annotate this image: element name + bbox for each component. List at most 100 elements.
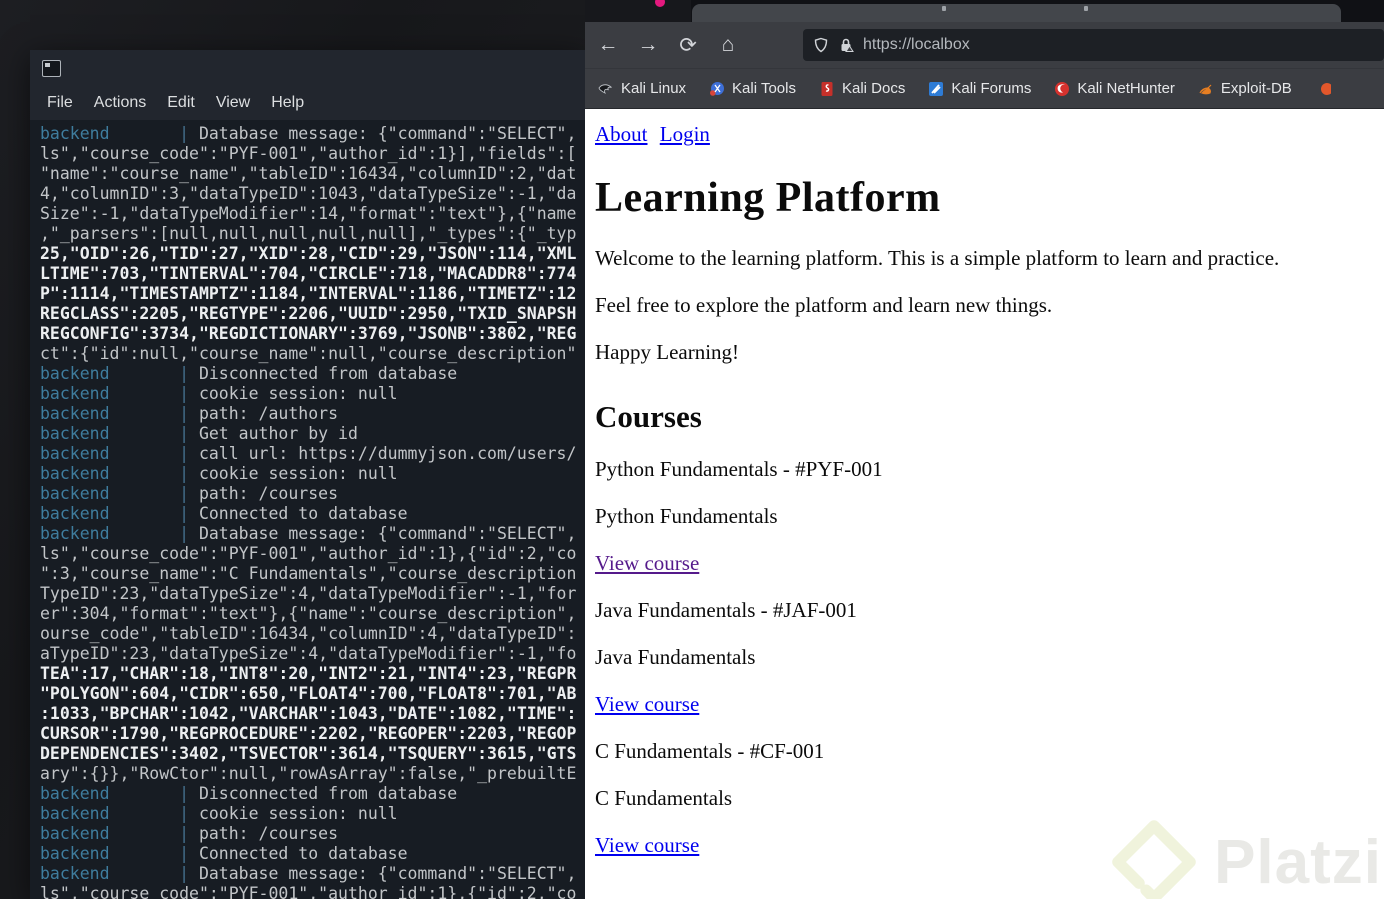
login-link[interactable]: Login: [660, 122, 710, 146]
terminal-output[interactable]: backend | Database message: {"command":"S…: [30, 120, 585, 899]
active-tab[interactable]: [692, 4, 1341, 22]
terminal-line: ls","course_code":"PYF-001","author_id":…: [40, 144, 585, 164]
terminal-line: DEPENDENCIES":3402,"TSVECTOR":3614,"TSQU…: [40, 744, 585, 764]
terminal-line: ,"_parsers":[null,null,null,null,null],"…: [40, 224, 585, 244]
log-pipe: |: [179, 384, 199, 403]
view-course-link[interactable]: View course: [595, 551, 699, 575]
course-entry: Python Fundamentals - #PYF-001 Python Fun…: [595, 457, 1374, 576]
log-tag: backend: [40, 804, 110, 823]
course-title: Python Fundamentals - #PYF-001: [595, 457, 883, 481]
log-message: CURSOR":1790,"REGPROCEDURE":2202,"REGOPE…: [40, 724, 577, 743]
log-message: cookie session: null: [198, 464, 398, 483]
log-message: Disconnected from database: [198, 784, 458, 803]
platzi-watermark-text: Platzi: [1214, 827, 1382, 897]
log-message: ary":{}},"RowCtor":null,"rowAsArray":fal…: [40, 764, 577, 783]
log-message: Size":-1,"dataTypeModifier":14,"format":…: [40, 204, 577, 223]
tab-strip-left-area: [585, 0, 691, 22]
log-message: call url: https://dummyjson.com/users/: [198, 444, 577, 463]
terminal-line: backend | path: /courses: [40, 484, 585, 504]
url-bar[interactable]: https://localbox: [803, 29, 1384, 61]
exploit-db-icon: [1198, 81, 1214, 97]
log-message: ct":{"id":null,"course_name":null,"cours…: [40, 344, 577, 363]
log-message: cookie session: null: [198, 804, 398, 823]
log-message: Connected to database: [198, 504, 408, 523]
terminal-line: 4,"columnID":3,"dataTypeID":1043,"dataTy…: [40, 184, 585, 204]
intro-paragraph: Happy Learning!: [595, 340, 740, 364]
log-message: ourse_code","tableID":16434,"columnID":4…: [40, 624, 577, 643]
shield-icon[interactable]: [813, 37, 829, 53]
page-title: Learning Platform: [595, 175, 941, 221]
log-message: path: /authors: [198, 404, 339, 423]
terminal-line: REGCONFIG":3734,"REGDICTIONARY":3769,"JS…: [40, 324, 585, 344]
menu-item-view[interactable]: View: [216, 94, 250, 112]
platzi-watermark: Platzi: [1110, 818, 1382, 899]
log-message: ls","course_code":"PYF-001","author_id":…: [40, 544, 577, 563]
log-pipe: |: [179, 864, 199, 883]
course-name: C Fundamentals: [595, 786, 733, 810]
reload-button[interactable]: ⟳: [671, 29, 705, 61]
log-tag: backend: [40, 784, 110, 803]
log-tag: backend: [40, 524, 110, 543]
terminal-line: backend | cookie session: null: [40, 384, 585, 404]
log-message: 25,"OID":26,"TID":27,"XID":28,"CID":29,"…: [40, 244, 577, 263]
bookmark-label: Kali Tools: [732, 80, 796, 97]
terminal-menubar: File Actions Edit View Help: [30, 86, 585, 120]
log-pipe: |: [179, 504, 199, 523]
terminal-line: ls","course_code":"PYF-001","author_id":…: [40, 884, 585, 899]
log-tag: backend: [40, 124, 110, 143]
log-message: Connected to database: [198, 844, 408, 863]
log-pipe: |: [179, 844, 199, 863]
terminal-line: ourse_code","tableID":16434,"columnID":4…: [40, 624, 585, 644]
bookmark-kali-nethunter[interactable]: Kali NetHunter: [1054, 80, 1175, 97]
bookmark-kali-tools[interactable]: Kali Tools: [709, 80, 796, 97]
url-text[interactable]: https://localbox: [863, 36, 970, 54]
terminal-app-icon: [42, 59, 61, 77]
bookmark-clipped[interactable]: [1315, 81, 1331, 97]
about-link[interactable]: About: [595, 122, 648, 146]
bookmark-label: Kali Docs: [841, 80, 906, 97]
log-message: "POLYGON":604,"CIDR":650,"FLOAT4":700,"F…: [40, 684, 577, 703]
view-course-link[interactable]: View course: [595, 692, 699, 716]
log-tag: backend: [40, 464, 110, 483]
back-button[interactable]: ←: [591, 29, 625, 61]
terminal-line: ":3,"course_name":"C Fundamentals","cour…: [40, 564, 585, 584]
log-pipe: |: [179, 404, 199, 423]
courses-heading: Courses: [595, 399, 702, 434]
home-button[interactable]: ⌂: [711, 29, 745, 61]
terminal-line: backend | cookie session: null: [40, 804, 585, 824]
terminal-line: backend | path: /courses: [40, 824, 585, 844]
kali-nethunter-icon: [1054, 81, 1070, 97]
log-message: cookie session: null: [198, 384, 398, 403]
intro-paragraph: Welcome to the learning platform. This i…: [595, 246, 1280, 270]
menu-item-help[interactable]: Help: [271, 94, 304, 112]
terminal-line: ary":{}},"RowCtor":null,"rowAsArray":fal…: [40, 764, 585, 784]
forward-button[interactable]: →: [631, 29, 665, 61]
lock-warning-icon[interactable]: [838, 37, 854, 53]
course-title: Java Fundamentals - #JAF-001: [595, 598, 857, 622]
terminal-line: P":1114,"TIMESTAMPTZ":1184,"INTERVAL":11…: [40, 284, 585, 304]
view-course-link[interactable]: View course: [595, 833, 699, 857]
menu-item-actions[interactable]: Actions: [94, 94, 146, 112]
bookmark-kali-docs[interactable]: Kali Docs: [819, 80, 905, 97]
terminal-line: backend | path: /authors: [40, 404, 585, 424]
log-message: Get author by id: [198, 424, 358, 443]
log-tag: backend: [40, 444, 110, 463]
menu-item-file[interactable]: File: [47, 94, 73, 112]
page-content: About Login Learning Platform Welcome to…: [585, 109, 1384, 899]
clipped-bookmark-icon: [1315, 81, 1331, 97]
terminal-titlebar[interactable]: [30, 50, 585, 86]
bookmark-label: Exploit-DB: [1220, 80, 1292, 97]
log-message: REGCONFIG":3734,"REGDICTIONARY":3769,"JS…: [40, 324, 577, 343]
bookmark-exploit-db[interactable]: Exploit-DB: [1198, 80, 1292, 97]
bookmark-label: Kali Linux: [621, 80, 687, 97]
log-pipe: |: [179, 444, 199, 463]
terminal-line: TEA":17,"CHAR":18,"INT8":20,"INT2":21,"I…: [40, 664, 585, 684]
terminal-line: LTIME":703,"TINTERVAL":704,"CIRCLE":718,…: [40, 264, 585, 284]
bookmark-kali-forums[interactable]: Kali Forums: [928, 80, 1031, 97]
log-message: er":304,"format":"text"},{"name":"course…: [40, 604, 577, 623]
menu-item-edit[interactable]: Edit: [167, 94, 195, 112]
tab-title-glyph: [942, 6, 946, 11]
browser-navbar: ← → ⟳ ⌂ https://localbox: [585, 22, 1384, 69]
bookmark-kali-linux[interactable]: Kali Linux: [598, 80, 686, 97]
log-message: P":1114,"TIMESTAMPTZ":1184,"INTERVAL":11…: [40, 284, 577, 303]
